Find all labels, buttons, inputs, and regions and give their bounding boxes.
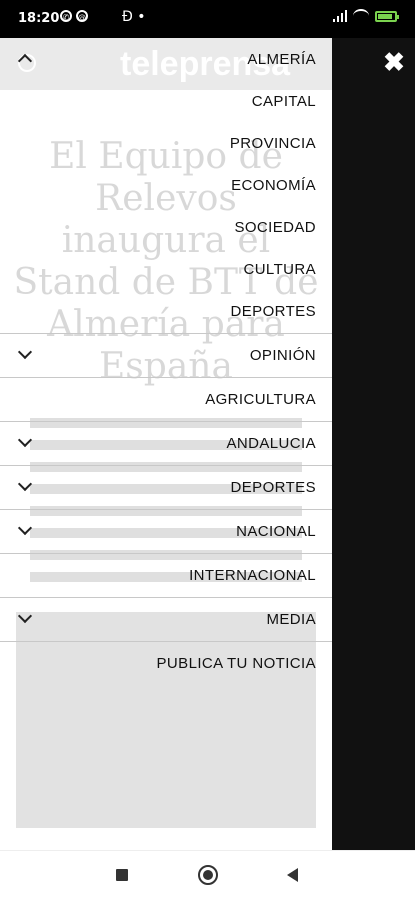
- battery-icon: [375, 10, 399, 22]
- signal-icon: [333, 10, 347, 22]
- at-icon: @: [76, 10, 88, 22]
- menu-item-label: CAPITAL: [251, 92, 316, 110]
- menu-item-label: ALMERÍA: [247, 50, 316, 68]
- menu-item-almería[interactable]: ALMERÍA: [0, 38, 332, 80]
- menu-item-deportes[interactable]: DEPORTES: [0, 466, 332, 510]
- menu-item-opinión[interactable]: OPINIÓN: [0, 334, 332, 378]
- menu-item-label: DEPORTES: [230, 303, 316, 320]
- menu-item-publica-tu-noticia[interactable]: PUBLICA TU NOTICIA: [0, 642, 332, 684]
- chevron-down-icon[interactable]: [17, 520, 33, 536]
- menu-item-capital[interactable]: CAPITAL: [0, 80, 332, 122]
- menu-item-label: INTERNACIONAL: [189, 567, 316, 584]
- menu-item-label: AGRICULTURA: [205, 391, 316, 408]
- menu-item-sociedad[interactable]: SOCIEDAD: [0, 206, 332, 248]
- home-button[interactable]: [198, 865, 218, 885]
- menu-item-nacional[interactable]: NACIONAL: [0, 510, 332, 554]
- back-button[interactable]: [287, 868, 298, 882]
- d-app-icon: Ð •: [122, 9, 146, 25]
- chevron-down-icon[interactable]: [17, 432, 33, 448]
- menu-item-cultura[interactable]: CULTURA: [0, 248, 332, 290]
- menu-item-deportes[interactable]: DEPORTES: [0, 290, 332, 334]
- navigation-bar: [0, 850, 415, 901]
- menu-item-label: ECONOMÍA: [231, 176, 316, 194]
- close-icon[interactable]: ✖: [382, 49, 406, 75]
- status-time: 18:20: [18, 11, 60, 26]
- menu-item-label: ANDALUCIA: [226, 435, 316, 452]
- status-bar: 18:20 ✆ @ Ð •: [0, 0, 415, 38]
- menu-item-andalucia[interactable]: ANDALUCIA: [0, 422, 332, 466]
- menu-item-provincia[interactable]: PROVINCIA: [0, 122, 332, 164]
- menu-item-label: PROVINCIA: [229, 134, 316, 152]
- wifi-icon: [353, 9, 369, 23]
- chevron-down-icon[interactable]: [17, 476, 33, 492]
- whatsapp-icon: ✆: [60, 10, 72, 22]
- menu-item-label: MEDIA: [266, 611, 316, 628]
- menu-item-label: PUBLICA TU NOTICIA: [156, 654, 316, 672]
- menu-item-label: DEPORTES: [230, 479, 316, 496]
- menu-overlay[interactable]: ✖: [332, 38, 415, 850]
- side-menu: ALMERÍA CAPITAL PROVINCIA ECONOMÍA SOCIEDAD C…: [0, 38, 332, 684]
- menu-item-agricultura[interactable]: AGRICULTURA: [0, 378, 332, 422]
- menu-item-label: CULTURA: [243, 260, 316, 278]
- recents-button[interactable]: [116, 869, 128, 881]
- menu-item-label: SOCIEDAD: [234, 218, 316, 236]
- menu-item-media[interactable]: MEDIA: [0, 598, 332, 642]
- chevron-up-icon[interactable]: [17, 53, 33, 69]
- menu-item-economía[interactable]: ECONOMÍA: [0, 164, 332, 206]
- menu-item-label: OPINIÓN: [249, 347, 316, 364]
- menu-item-label: NACIONAL: [236, 523, 316, 540]
- menu-item-internacional[interactable]: INTERNACIONAL: [0, 554, 332, 598]
- chevron-down-icon[interactable]: [17, 344, 33, 360]
- chevron-down-icon[interactable]: [17, 608, 33, 624]
